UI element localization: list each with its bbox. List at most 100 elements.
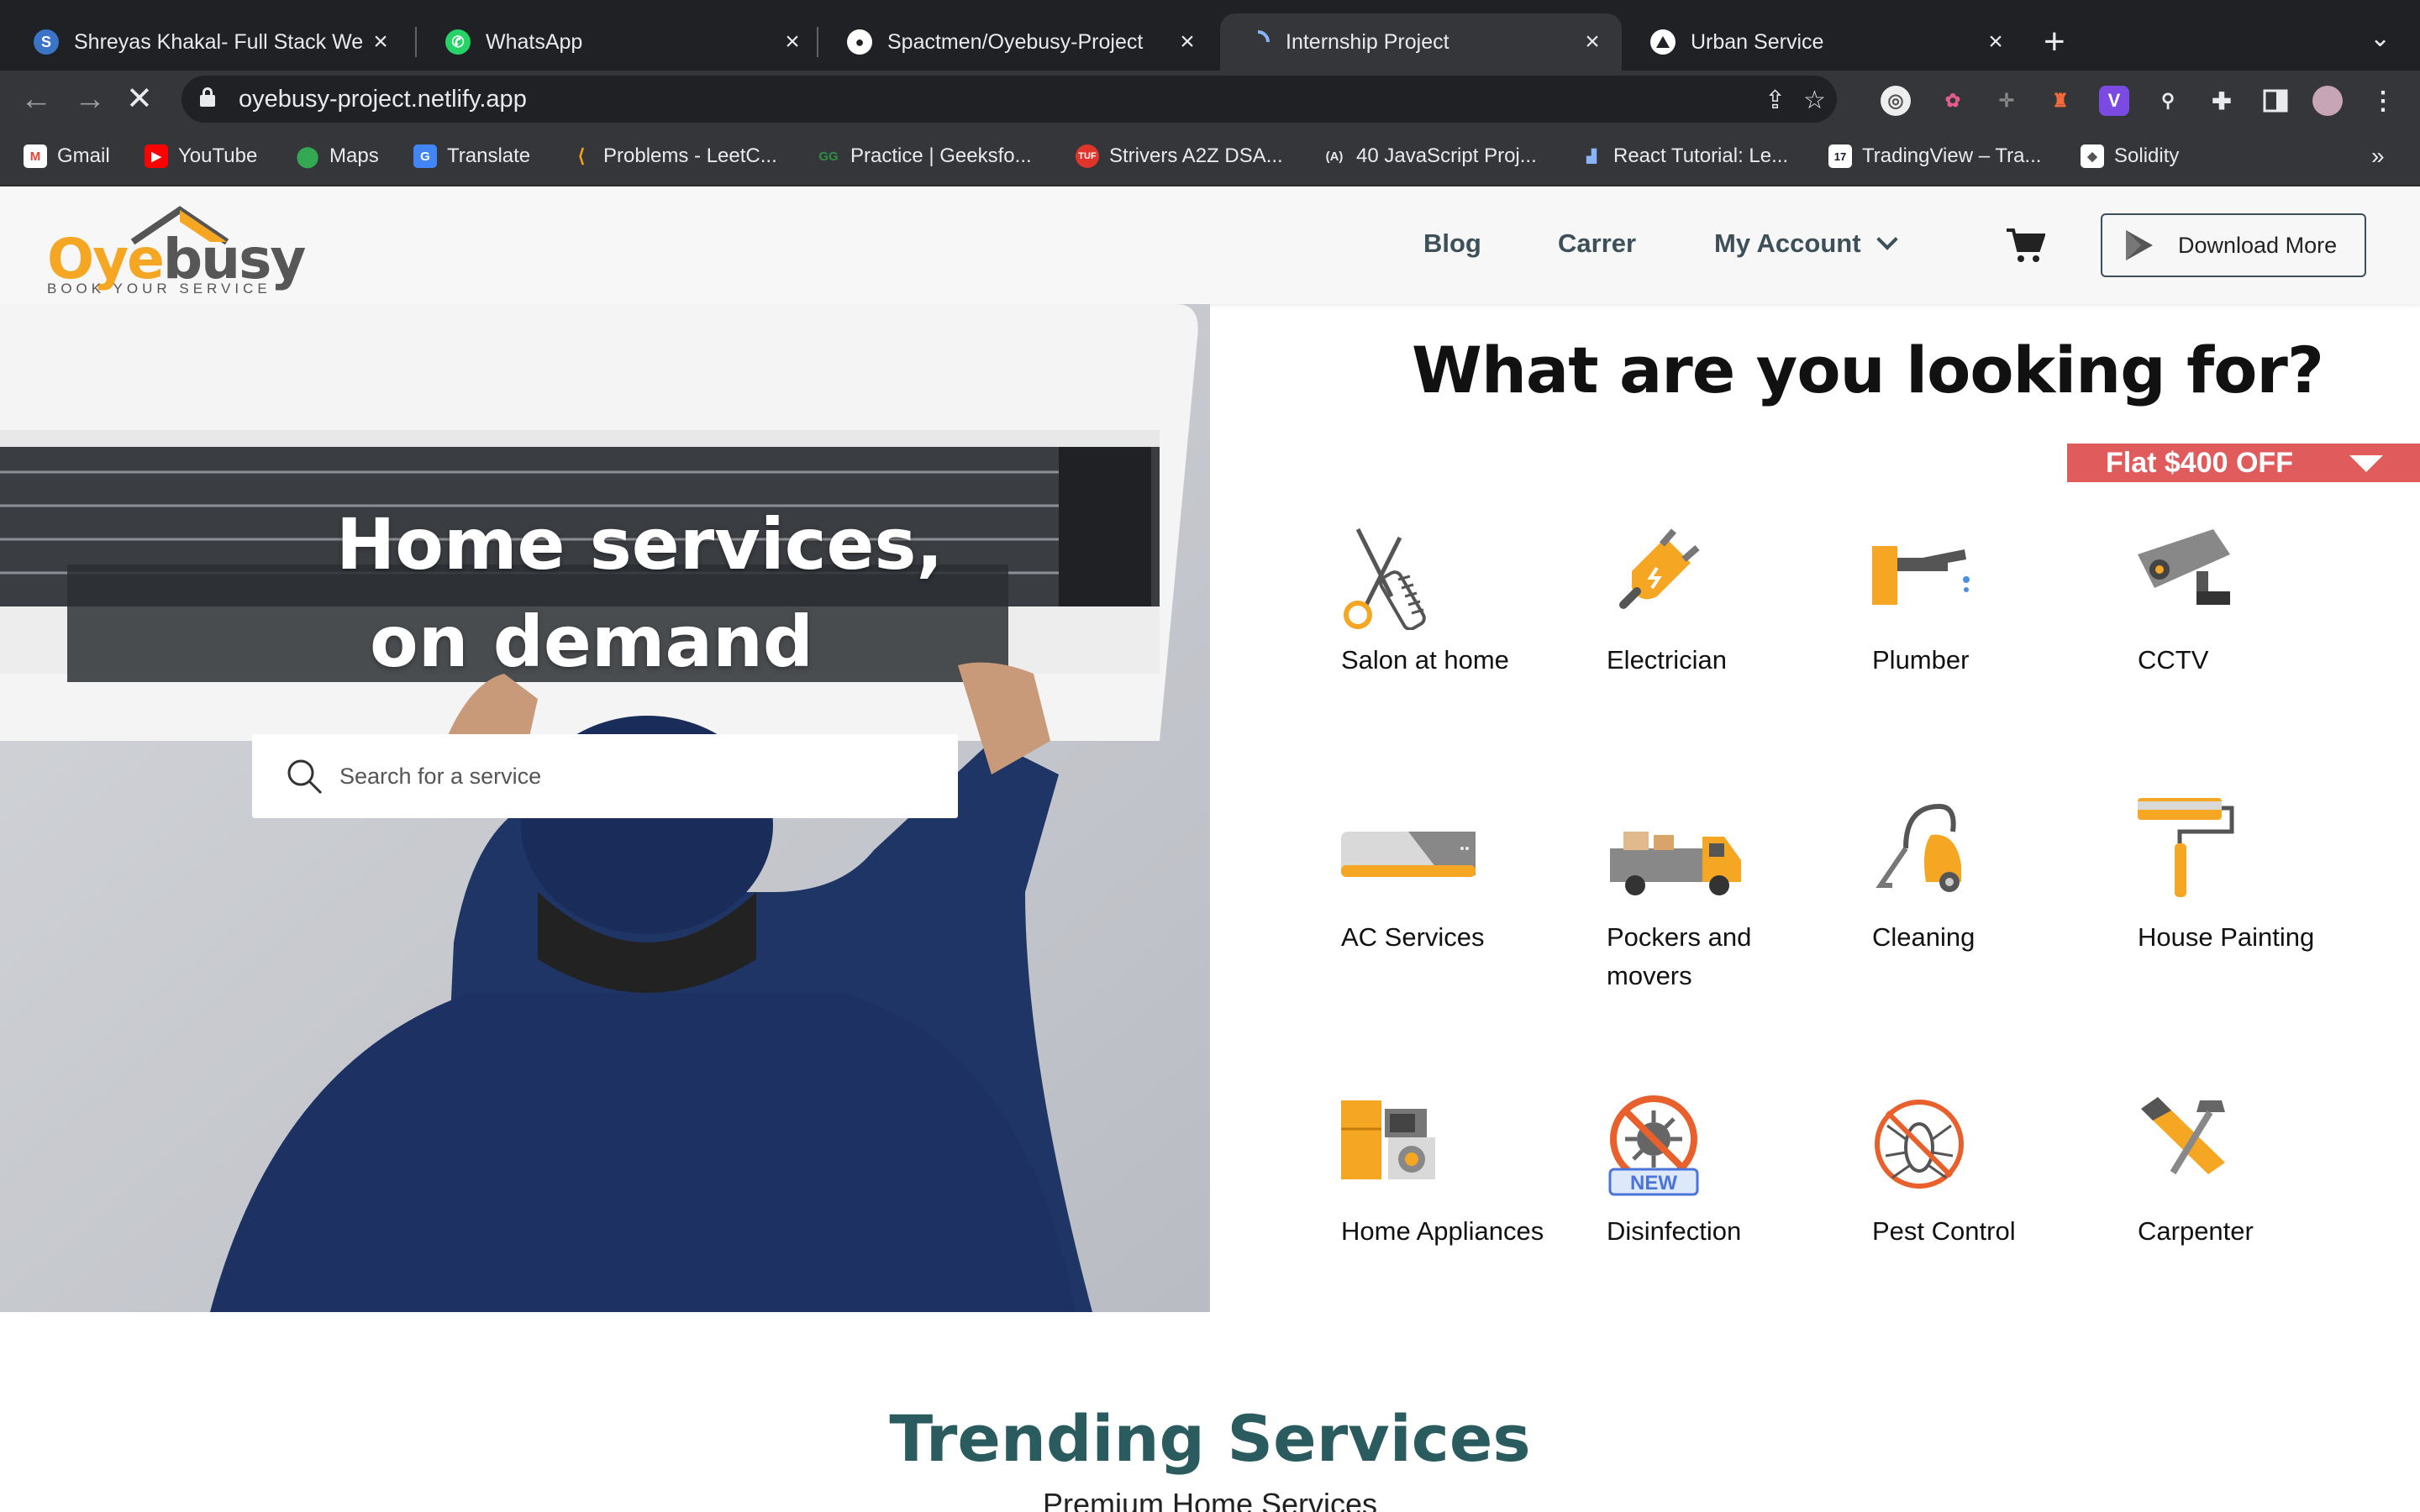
service-label: Disinfection — [1607, 1216, 1742, 1246]
scissors-comb-icon — [1344, 528, 1426, 631]
hero-section: Home services, on demand — [0, 304, 1210, 1312]
service-label: Carpenter — [2138, 1216, 2254, 1246]
extensions-puzzle-icon[interactable]: ✚ — [2207, 86, 2237, 116]
bookmark-geeksforgeeks[interactable]: GG Practice | Geeksfo... — [817, 144, 1032, 168]
nav-blog[interactable]: Blog — [1423, 228, 1481, 259]
tab-github[interactable]: ● Spactmen/Oyebusy-Project × — [822, 13, 1217, 71]
bookmark-label: TradingView – Tra... — [1862, 144, 2042, 167]
service-cctv[interactable]: CCTV — [2138, 521, 2373, 680]
service-label: Plumber — [1872, 645, 1970, 675]
loading-icon — [1245, 29, 1270, 55]
service-label: Electrician — [1607, 645, 1727, 675]
service-label: Home Appliances — [1341, 1216, 1544, 1246]
cart-icon[interactable] — [2005, 225, 2045, 265]
tab-portfolio[interactable]: S Shreyas Khakal- Full Stack We × — [8, 13, 410, 71]
service-salon-at-home[interactable]: Salon at home — [1341, 521, 1576, 680]
bookmark-star-icon[interactable]: ☆ — [1803, 86, 1826, 115]
bookmark-strivers[interactable]: TUF Strivers A2Z DSA... — [1076, 144, 1283, 168]
extension-crosshair-icon[interactable]: ✛ — [1991, 86, 2022, 116]
bookmark-solidity[interactable]: ◆ Solidity — [2081, 144, 2179, 168]
truck-icon — [1610, 832, 1741, 895]
oyebusy-logo[interactable]: Oyebusy BOOK YOUR SERVICE — [47, 193, 306, 302]
bookmark-label: Strivers A2Z DSA... — [1109, 144, 1283, 167]
bookmark-react-tutorial[interactable]: ▟ React Tutorial: Le... — [1580, 144, 1788, 168]
bookmark-gmail[interactable]: M Gmail — [24, 144, 110, 168]
virus-icon: NEW — [1608, 1095, 1699, 1196]
extension-globe-icon[interactable]: ◎ — [1881, 86, 1911, 116]
stairs-icon: ▟ — [1586, 150, 1597, 164]
bookmark-js-projects[interactable]: (A) 40 JavaScript Proj... — [1323, 144, 1537, 168]
more-menu-icon[interactable]: ⋮ — [2368, 86, 2398, 116]
bookmarks-overflow-icon[interactable]: » — [2371, 143, 2385, 170]
download-more-button[interactable]: Download More — [2101, 213, 2366, 277]
stop-loading-icon[interactable]: ✕ — [126, 79, 153, 119]
translate-icon: G — [413, 144, 437, 168]
tradingview-icon: 17 — [1828, 144, 1852, 168]
play-store-icon — [2126, 230, 2153, 260]
service-home-appliances[interactable]: Home Appliances — [1341, 1092, 1576, 1251]
extension-person-icon[interactable]: ♜ — [2045, 86, 2075, 116]
search-input[interactable] — [339, 763, 911, 790]
service-ac-services[interactable]: AC Services — [1341, 798, 1576, 957]
tab-search-chevron-icon[interactable]: ⌄ — [2370, 24, 2391, 53]
forward-arrow-icon[interactable]: → — [74, 79, 106, 119]
pest-icon — [1875, 1100, 1964, 1189]
service-cleaning[interactable]: Cleaning — [1872, 798, 2107, 957]
bookmark-label: Practice | Geeksfo... — [850, 144, 1032, 167]
service-label: Pockers and movers — [1607, 922, 1752, 990]
offer-banner[interactable]: Flat $400 OFF — [2067, 444, 2420, 482]
tab-title: Urban Service — [1691, 29, 1824, 54]
nav-my-account[interactable]: My Account — [1714, 228, 1898, 259]
extension-v-icon[interactable]: V — [2099, 86, 2129, 116]
url-text[interactable]: oyebusy-project.netlify.app — [239, 86, 527, 113]
new-tab-plus-icon[interactable]: + — [2044, 18, 2065, 66]
logo-tagline: BOOK YOUR SERVICE — [47, 281, 271, 297]
profile-avatar[interactable] — [2312, 86, 2343, 116]
bookmark-leetcode[interactable]: ⟨ Problems - LeetC... — [570, 144, 777, 168]
close-icon[interactable]: × — [780, 28, 805, 56]
service-carpenter[interactable]: Carpenter — [2138, 1092, 2373, 1251]
paint-roller-icon — [2138, 798, 2234, 897]
new-badge: NEW — [1630, 1172, 1677, 1194]
bookmark-label: Solidity — [2114, 144, 2180, 167]
cctv-camera-icon — [2138, 529, 2230, 605]
bookmark-tradingview[interactable]: 17 TradingView – Tra... — [1828, 144, 2041, 168]
service-electrician[interactable]: Electrician — [1607, 521, 1842, 680]
side-panel-icon[interactable] — [2260, 86, 2291, 116]
services-heading: What are you looking for? — [1412, 333, 2324, 407]
close-icon[interactable]: × — [1175, 28, 1200, 56]
service-label: Pest Control — [1872, 1216, 2016, 1246]
triangle-icon — [1650, 29, 1676, 55]
tab-urban-service[interactable]: Urban Service × — [1625, 13, 2025, 71]
service-label: CCTV — [2138, 645, 2209, 675]
tab-internship-project[interactable]: Internship Project × — [1220, 13, 1622, 71]
close-icon[interactable]: × — [1580, 28, 1605, 56]
service-disinfection[interactable]: NEW Disinfection — [1607, 1092, 1842, 1251]
back-arrow-icon[interactable]: ← — [20, 79, 52, 119]
service-plumber[interactable]: Plumber — [1872, 521, 2107, 680]
service-packers-movers[interactable]: Pockers and movers — [1607, 798, 1842, 995]
tab-title: Shreyas Khakal- Full Stack We — [74, 29, 364, 54]
site-header: Oyebusy BOOK YOUR SERVICE Blog Carrer My… — [0, 186, 2420, 304]
bookmark-translate[interactable]: G Translate — [413, 144, 530, 168]
trending-services-heading: Trending Services — [889, 1401, 1531, 1476]
service-house-painting[interactable]: House Painting — [2138, 798, 2373, 957]
share-icon[interactable]: ⇪ — [1765, 86, 1786, 115]
close-icon[interactable]: × — [368, 28, 393, 56]
bookmark-label: Translate — [447, 144, 531, 167]
service-pest-control[interactable]: Pest Control — [1872, 1092, 2107, 1251]
close-icon[interactable]: × — [1983, 28, 2008, 56]
browser-toolbar: ← → ✕ oyebusy-project.netlify.app ⇪ ☆ ◎ … — [0, 71, 2420, 128]
tab-whatsapp[interactable]: ✆ WhatsApp × — [420, 13, 822, 71]
bookmark-youtube[interactable]: ▶ YouTube — [145, 144, 257, 168]
extension-pin-icon[interactable]: ⚲ — [2153, 86, 2183, 116]
nav-career[interactable]: Carrer — [1558, 228, 1636, 259]
bookmark-maps[interactable]: ⬤ Maps — [296, 144, 379, 168]
service-search-box[interactable] — [252, 734, 958, 818]
bookmark-label: Maps — [329, 144, 379, 167]
chevron-down-icon — [1876, 228, 1898, 250]
tuf-icon: TUF — [1076, 144, 1099, 168]
address-bar[interactable]: oyebusy-project.netlify.app ⇪ ☆ — [182, 76, 1837, 123]
gfg-icon: GG — [818, 149, 839, 164]
extension-flower-icon[interactable]: ✿ — [1938, 86, 1968, 116]
